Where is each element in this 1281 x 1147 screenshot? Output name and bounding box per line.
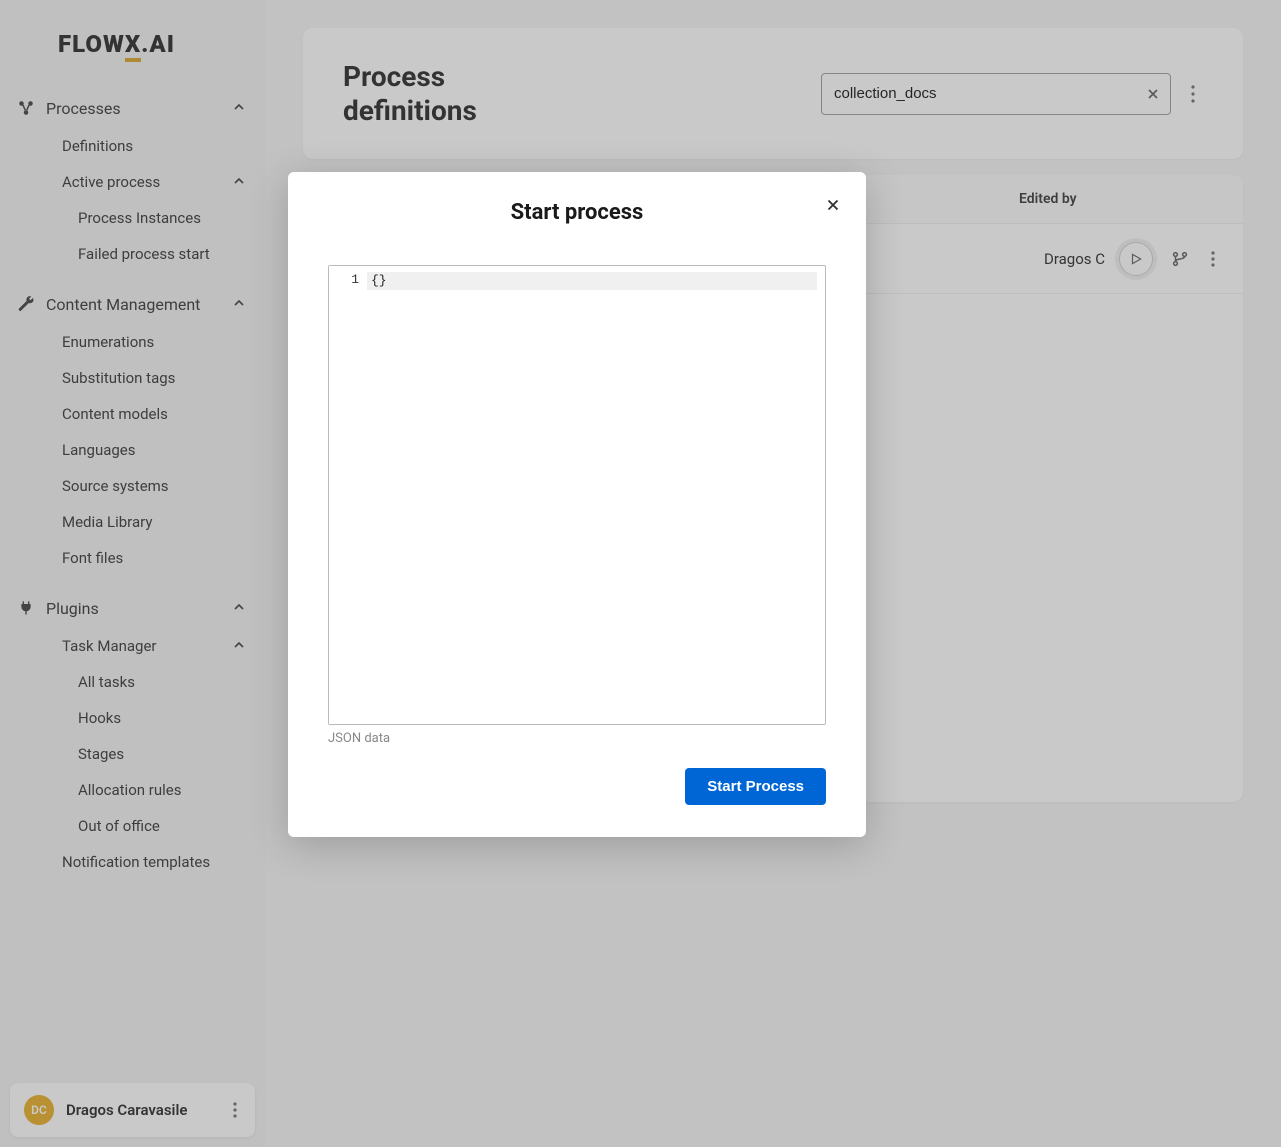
editor-gutter: 1 (329, 266, 367, 724)
code-line[interactable]: {} (367, 272, 817, 290)
line-number: 1 (337, 272, 359, 287)
modal-title: Start process (328, 200, 826, 225)
editor-body[interactable]: {} (367, 266, 825, 724)
json-code-editor[interactable]: 1 {} (328, 265, 826, 725)
modal-close-button[interactable] (824, 196, 842, 214)
modal-footer: Start Process (328, 768, 826, 805)
start-process-modal: Start process 1 {} JSON data Start Proce… (288, 172, 866, 837)
start-process-button[interactable]: Start Process (685, 768, 826, 805)
close-icon (824, 196, 842, 214)
editor-label: JSON data (328, 731, 826, 746)
